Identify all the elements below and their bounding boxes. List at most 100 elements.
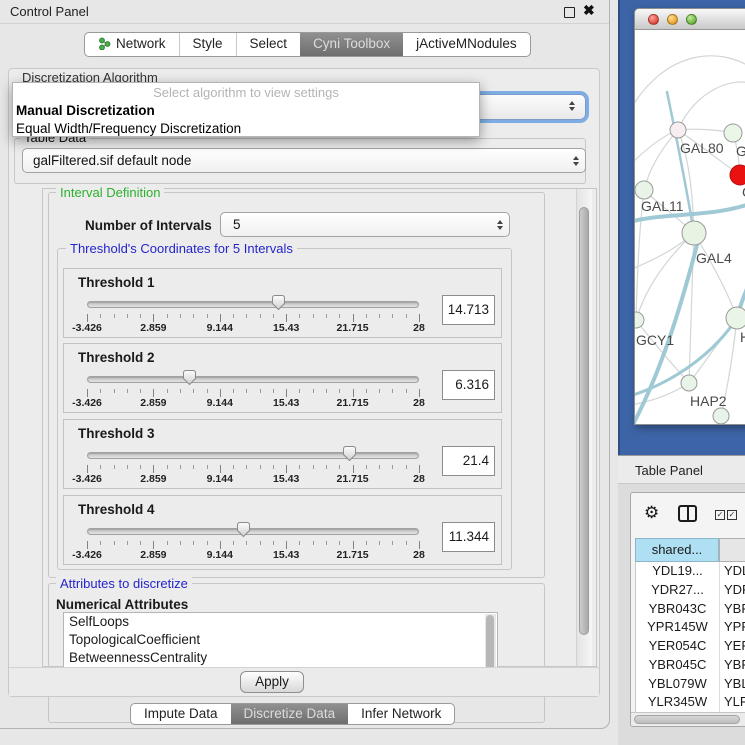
dropdown-option-manual-discretization[interactable]: Manual Discretization — [13, 102, 479, 120]
cell-shared-name[interactable]: YLR345W — [636, 693, 720, 712]
interval-definition-label: Interval Definition — [56, 186, 164, 199]
cell-name[interactable]: YBR0 — [720, 656, 745, 675]
cell-name[interactable]: YDL1 — [720, 562, 745, 581]
node-label: GAL80 — [680, 140, 724, 156]
threshold-title: Threshold 2 — [78, 350, 155, 365]
network-node[interactable] — [713, 408, 729, 424]
network-node-gcy1[interactable] — [635, 312, 644, 328]
cell-name[interactable]: YDR2 — [720, 581, 745, 600]
network-node-ga[interactable] — [724, 124, 742, 142]
network-node-gal4[interactable] — [682, 221, 706, 245]
table-row[interactable]: YBR045CYBR0 — [636, 656, 745, 675]
cell-shared-name[interactable]: YDR27... — [636, 581, 720, 600]
combobox-spinner-icon — [491, 220, 509, 230]
threshold-title: Threshold 3 — [78, 426, 155, 441]
network-window-titlebar[interactable] — [635, 9, 745, 30]
table-horizontal-scrollbar[interactable] — [631, 712, 745, 726]
threshold-value-field[interactable]: 11.344 — [442, 522, 495, 552]
slider-tick-labels: -3.4262.8599.14415.4321.71528 — [87, 397, 419, 410]
cell-shared-name[interactable]: YBL079W — [636, 675, 720, 694]
cell-name[interactable]: YBL0 — [720, 675, 745, 694]
close-icon[interactable]: ✖ — [583, 2, 595, 19]
tab-select[interactable]: Select — [236, 33, 301, 56]
tab-label: Impute Data — [144, 706, 218, 721]
slider-tick-labels: -3.4262.8599.14415.4321.71528 — [87, 473, 419, 486]
cell-shared-name[interactable]: YPR145W — [636, 618, 720, 637]
cell-shared-name[interactable]: YDL19... — [636, 562, 720, 581]
network-canvas[interactable]: GAL80GACGAL11GAL4GCY1HHAP2 — [635, 30, 745, 425]
table-row[interactable]: YDL19...YDL1 — [636, 562, 745, 581]
float-window-icon[interactable] — [564, 7, 575, 18]
network-node-c[interactable] — [730, 165, 745, 185]
split-columns-icon[interactable] — [678, 505, 697, 522]
slider-track[interactable] — [87, 452, 419, 459]
attributes-group-label: Attributes to discretize — [56, 577, 192, 590]
slider-track[interactable] — [87, 301, 419, 308]
attribute-item-topologicalcoefficient[interactable]: TopologicalCoefficient — [64, 631, 497, 649]
panel-scrollbar-thumb[interactable] — [579, 207, 589, 635]
cell-shared-name[interactable]: YBR043C — [636, 600, 720, 619]
attribute-item-selfloops[interactable]: SelfLoops — [64, 613, 497, 631]
apply-button[interactable]: Apply — [240, 671, 304, 693]
table-row[interactable]: YDR27...YDR2 — [636, 581, 745, 600]
select-all-checkbox-icon[interactable]: ✓ — [715, 510, 725, 520]
network-node-h[interactable] — [726, 307, 745, 329]
slider-tick-labels: -3.4262.8599.14415.4321.71528 — [87, 322, 419, 335]
tab-jactivemnodules[interactable]: jActiveMNodules — [403, 33, 530, 56]
network-node-gal11[interactable] — [635, 181, 653, 199]
slider-track[interactable] — [87, 528, 419, 535]
table-header-row: shared...na — [635, 538, 745, 562]
bottom-tab-discretize-data[interactable]: Discretize Data — [231, 704, 349, 724]
tab-label: Cyni Toolbox — [313, 36, 390, 51]
table-data-combobox[interactable]: galFiltered.sif default node — [22, 148, 586, 173]
network-node-gal80[interactable] — [670, 122, 686, 138]
table-toolbar: ⚙ ✓ ✓ — [631, 493, 745, 533]
thresholds-coordinates-label: Threshold's Coordinates for 5 Intervals — [66, 242, 297, 255]
cell-shared-name[interactable]: YER054C — [636, 637, 720, 656]
table-row[interactable]: YER054CYER0 — [636, 637, 745, 656]
table-hscrollbar-thumb[interactable] — [634, 715, 740, 724]
apply-row — [9, 667, 599, 696]
dropdown-option-equal-width-frequency-discretization[interactable]: Equal Width/Frequency Discretization — [13, 120, 479, 138]
table-row[interactable]: YLR345WYLR3 — [636, 693, 745, 712]
slider-thumb[interactable] — [342, 445, 357, 462]
network-desktop-background: GAL80GACGAL11GAL4GCY1HHAP2 — [618, 0, 745, 455]
tab-style[interactable]: Style — [179, 33, 236, 56]
table-panel-title: Table Panel — [635, 463, 703, 478]
slider-thumb[interactable] — [182, 369, 197, 386]
cell-name[interactable]: YPR1 — [720, 618, 745, 637]
zoom-traffic-light-icon[interactable] — [686, 14, 697, 25]
column-header-2[interactable]: na — [719, 538, 745, 562]
threshold-value-field[interactable]: 14.713 — [442, 295, 495, 325]
column-header-1[interactable]: shared... — [635, 538, 719, 562]
cell-name[interactable]: YBR0 — [720, 600, 745, 619]
bottom-tab-impute-data[interactable]: Impute Data — [131, 704, 231, 724]
table-row[interactable]: YBL079WYBL0 — [636, 675, 745, 694]
deselect-checkbox-icon[interactable]: ✓ — [727, 510, 737, 520]
tab-label: Style — [193, 36, 223, 51]
close-traffic-light-icon[interactable] — [648, 14, 659, 25]
tab-cyni-toolbox[interactable]: Cyni Toolbox — [300, 33, 403, 56]
attribute-item-betweennesscentrality[interactable]: BetweennessCentrality — [64, 649, 497, 667]
network-node-hap2[interactable] — [681, 375, 697, 391]
tab-label: Discretize Data — [244, 706, 336, 721]
minimize-traffic-light-icon[interactable] — [667, 14, 678, 25]
cell-name[interactable]: YER0 — [720, 637, 745, 656]
slider-track[interactable] — [87, 376, 419, 383]
slider-thumb[interactable] — [236, 521, 251, 538]
slider-thumb[interactable] — [271, 294, 286, 311]
slider-tick-labels: -3.4262.8599.14415.4321.71528 — [87, 549, 419, 562]
table-row[interactable]: YBR043CYBR0 — [636, 600, 745, 619]
node-table-container: ⚙ ✓ ✓ shared...na YDL19...YDL1YDR27...YD… — [630, 492, 745, 727]
panel-scrollbar[interactable] — [576, 189, 592, 666]
table-data-selected-value: galFiltered.sif default node — [23, 153, 567, 168]
settings-gear-icon[interactable]: ⚙ — [644, 504, 659, 521]
bottom-tab-infer-network[interactable]: Infer Network — [348, 704, 454, 724]
threshold-value-field[interactable]: 21.4 — [442, 446, 495, 476]
table-row[interactable]: YPR145WYPR1 — [636, 618, 745, 637]
number-of-intervals-combobox[interactable]: 5 — [220, 212, 510, 237]
tab-network[interactable]: Network — [85, 33, 179, 56]
threshold-value-field[interactable]: 6.316 — [442, 370, 495, 400]
cell-name[interactable]: YLR3 — [720, 693, 745, 712]
cell-shared-name[interactable]: YBR045C — [636, 656, 720, 675]
